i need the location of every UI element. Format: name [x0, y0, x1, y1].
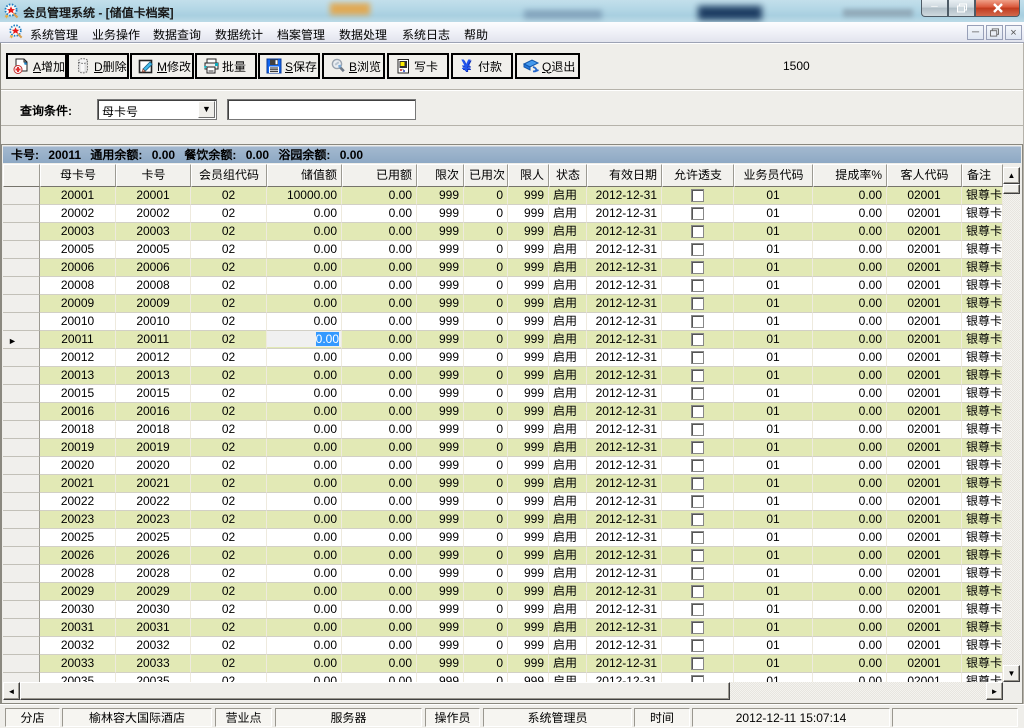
svg-text:¥: ¥ — [461, 57, 471, 75]
